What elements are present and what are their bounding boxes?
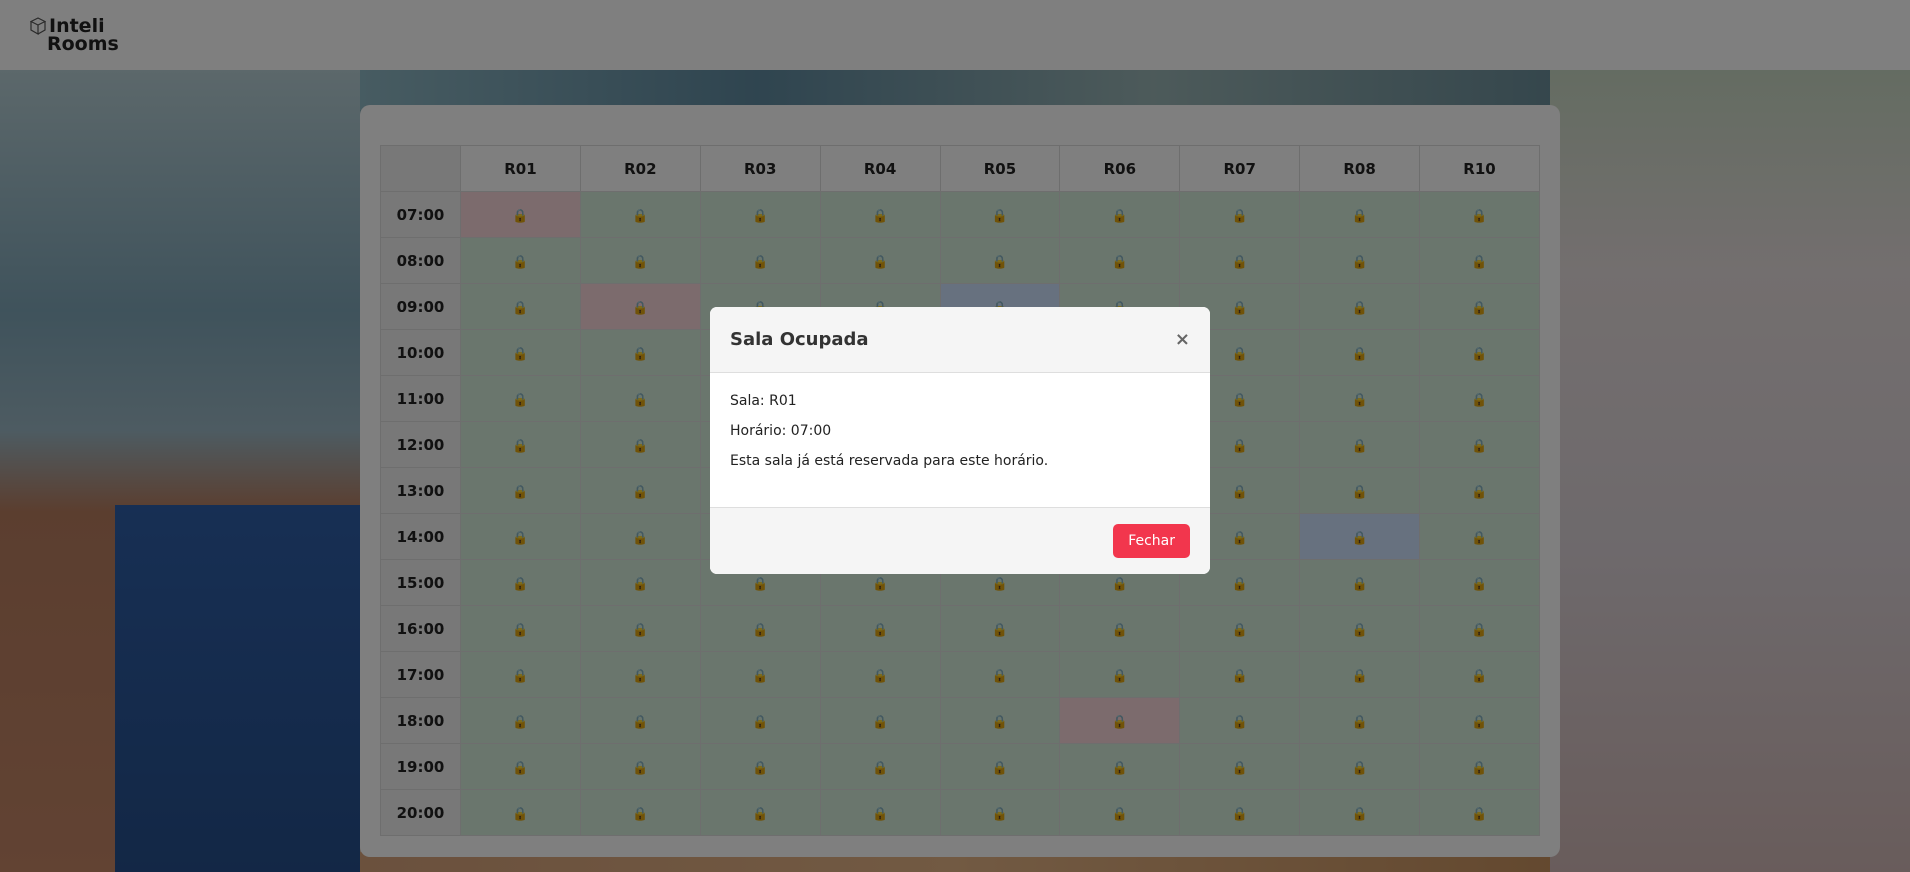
modal-time-line: Horário: 07:00 [730,423,832,439]
room-occupied-modal: Sala Ocupada × Sala: R01 Horário: 07:00 … [710,307,1210,574]
close-icon[interactable]: × [1175,329,1190,350]
modal-room-line: Sala: R01 [730,393,797,409]
modal-body: Sala: R01 Horário: 07:00 Esta sala já es… [710,373,1210,507]
modal-title: Sala Ocupada [730,329,869,350]
modal-footer: Fechar [710,507,1210,574]
modal-message: Esta sala já está reservada para este ho… [730,453,1049,469]
close-button[interactable]: Fechar [1113,524,1190,558]
modal-header: Sala Ocupada × [710,307,1210,373]
